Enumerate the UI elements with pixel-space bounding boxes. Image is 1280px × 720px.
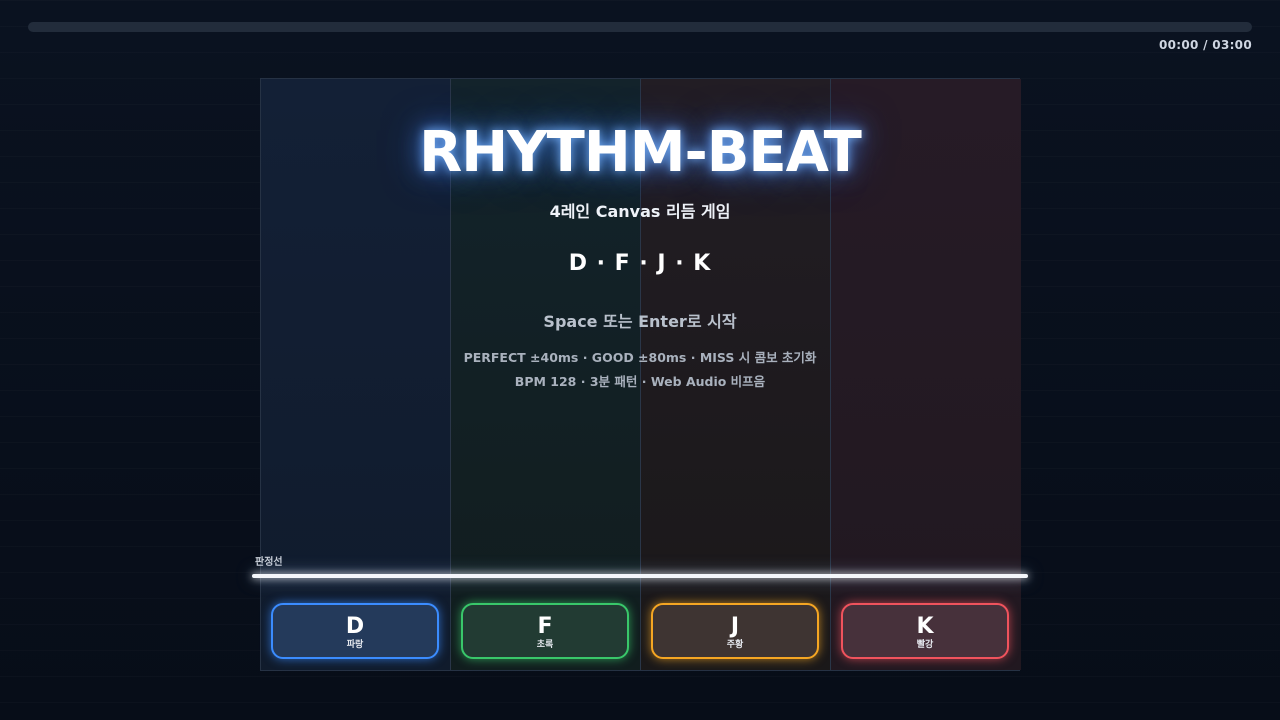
game-title: RHYTHM-BEAT [419,120,862,185]
rules-judgement: PERFECT ±40ms · GOOD ±80ms · MISS 시 콤보 초… [463,350,817,365]
start-hint: Space 또는 Enter로 시작 [543,312,737,331]
key-hint: D · F · J · K [568,251,712,276]
key-pad-color-label: 초록 [536,640,554,650]
key-pad-color-label: 파랑 [346,640,364,650]
key-pad-k[interactable]: K 빨강 [841,603,1009,659]
key-pad-d[interactable]: D 파랑 [271,603,439,659]
key-pad-letter: K [916,614,934,639]
rules-song-info: BPM 128 · 3분 패턴 · Web Audio 비프음 [514,374,766,389]
judge-line-label: 판정선 [255,557,283,568]
key-pad-j[interactable]: J 주황 [651,603,819,659]
song-progress-bar [28,22,1252,32]
key-pad-letter: F [537,614,553,639]
key-pad-letter: D [345,614,365,639]
key-pad-letter: J [730,614,740,639]
time-readout: 00:00 / 03:00 [1158,38,1252,52]
game-subtitle: 4레인 Canvas 리듬 게임 [549,202,731,221]
key-pad-color-label: 빨강 [916,640,934,650]
judge-line [252,574,1028,578]
key-pad-color-label: 주황 [726,640,744,650]
key-pad-f[interactable]: F 초록 [461,603,629,659]
